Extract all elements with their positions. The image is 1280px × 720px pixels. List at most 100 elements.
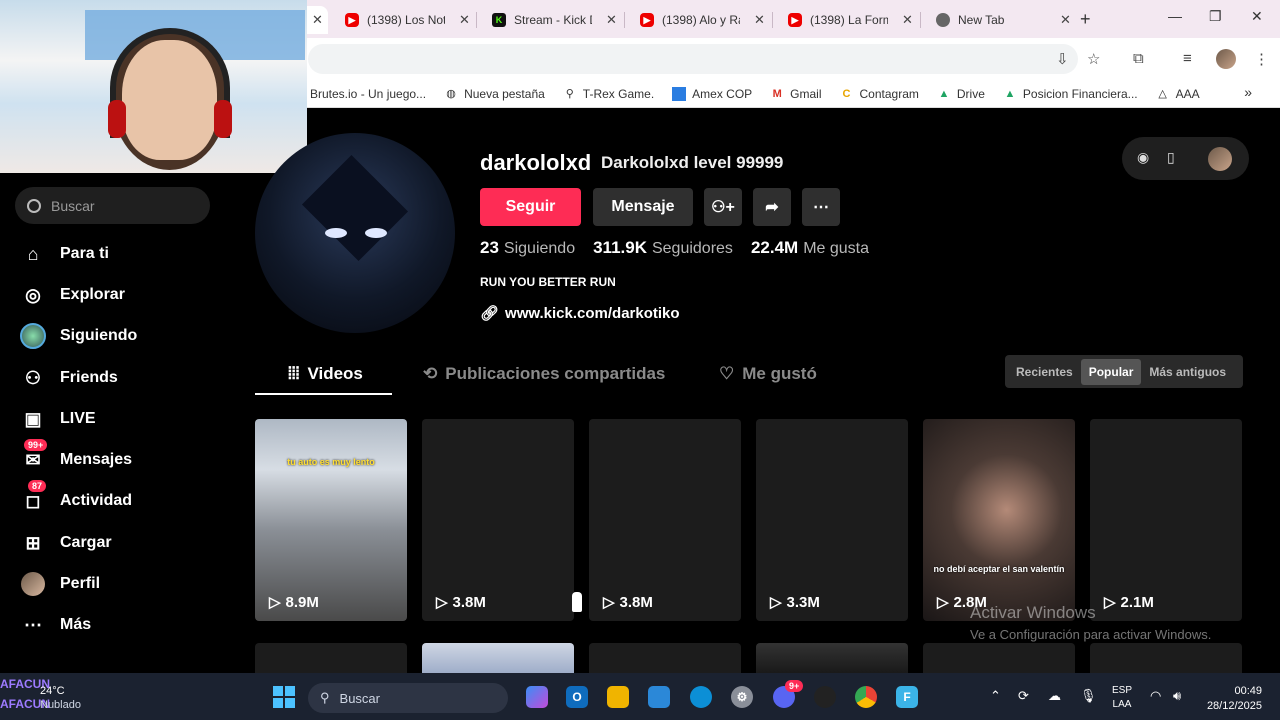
sidebar-item-perfil[interactable]: Perfil xyxy=(20,571,100,597)
close-icon[interactable]: ✕ xyxy=(459,12,470,28)
chevron-up-icon[interactable]: ⌃ xyxy=(990,688,1001,704)
search-input[interactable]: Buscar xyxy=(15,187,210,224)
browser-tab-1[interactable]: ▶ (1398) Los Nota ✕ xyxy=(335,6,480,34)
add-friend-button[interactable]: ⚇+ xyxy=(704,188,742,226)
store-icon[interactable] xyxy=(648,686,670,708)
sync-icon[interactable]: ⟳ xyxy=(1018,688,1029,704)
sidebar-item-mas[interactable]: ⋯ Más xyxy=(20,612,91,638)
bookmark-item[interactable]: ▲ Drive xyxy=(937,87,984,101)
sidebar-item-friends[interactable]: ⚇ Friends xyxy=(20,365,118,391)
taskbar-search[interactable]: ⚲ Buscar xyxy=(308,683,508,713)
microphone-icon[interactable]: 🎙︎ xyxy=(1080,688,1097,704)
video-card[interactable]: no debí aceptar el san valentín ▷ 2.8M xyxy=(923,419,1075,621)
bookmark-item[interactable]: ◍ Nueva pestaña xyxy=(444,87,545,101)
sort-popular[interactable]: Popular xyxy=(1080,358,1142,385)
new-tab-button[interactable]: + xyxy=(1080,9,1091,30)
bookmark-star-icon[interactable]: ☆ xyxy=(1087,50,1100,68)
bookmark-item[interactable]: ⚲ T-Rex Game. xyxy=(563,87,654,101)
sidebar-item-para-ti[interactable]: ⌂ Para ti xyxy=(20,241,109,267)
sidebar-item-live[interactable]: ▣ LIVE xyxy=(20,406,95,432)
outlook-icon[interactable]: O xyxy=(566,686,588,708)
browser-tab-4[interactable]: ▶ (1398) La Forma ✕ xyxy=(778,6,923,34)
view-count: 3.8M xyxy=(452,593,486,611)
sort-recent[interactable]: Recientes xyxy=(1008,359,1081,385)
app-f-icon[interactable]: F xyxy=(896,686,918,708)
profile-bio: RUN YOU BETTER RUN xyxy=(480,275,616,289)
coins-icon[interactable]: ◉ xyxy=(1137,149,1149,166)
clock-time: 00:49 xyxy=(1234,685,1262,697)
notification-badge: 99+ xyxy=(24,439,48,451)
close-icon[interactable]: ✕ xyxy=(902,12,913,28)
windows-start-icon[interactable] xyxy=(273,686,295,708)
bookmark-item[interactable]: C Contagram xyxy=(840,87,919,101)
kebab-menu-icon[interactable]: ⋮ xyxy=(1254,50,1269,68)
chrome-icon[interactable] xyxy=(855,686,877,708)
media-control-icon[interactable]: ≡ xyxy=(1183,50,1192,67)
sidebar-item-cargar[interactable]: ⊞ Cargar xyxy=(20,530,111,556)
chevron-right-icon[interactable]: » xyxy=(1244,84,1252,100)
bookmark-item[interactable]: M Gmail xyxy=(770,87,822,101)
message-button[interactable]: Mensaje xyxy=(593,188,693,226)
settings-icon[interactable]: ⚙ xyxy=(731,686,753,708)
follow-button[interactable]: Seguir xyxy=(480,188,581,226)
browser-tab-3[interactable]: ▶ (1398) Alo y Rai ✕ xyxy=(630,6,775,34)
clock[interactable]: 00:49 28/12/2025 xyxy=(1202,684,1262,714)
user-avatar[interactable] xyxy=(1208,147,1232,171)
edge-icon[interactable] xyxy=(690,686,712,708)
mobile-icon[interactable]: ▯ xyxy=(1167,149,1175,166)
file-explorer-icon[interactable] xyxy=(607,686,629,708)
profile-avatar-icon xyxy=(20,571,46,597)
following-stat[interactable]: 23 Siguiendo xyxy=(480,238,575,258)
extensions-icon[interactable]: ⧉ xyxy=(1133,50,1144,67)
browser-profile-avatar[interactable] xyxy=(1216,49,1236,69)
minimize-icon[interactable]: — xyxy=(1168,8,1182,24)
more-icon: ⋯ xyxy=(813,199,829,216)
wifi-icon[interactable]: ◠ xyxy=(1150,688,1161,704)
headset-earcup xyxy=(214,100,232,138)
profile-link[interactable]: 🔗︎ www.kick.com/darkotiko xyxy=(480,304,680,323)
bookmark-item[interactable]: Brutes.io - Un juego... xyxy=(310,87,426,101)
video-card[interactable]: tu auto es muy lento ▷ 8.9M xyxy=(255,419,407,621)
contagram-icon: C xyxy=(842,87,851,100)
followers-stat[interactable]: 311.9K Seguidores xyxy=(593,238,733,258)
webcam-overlay xyxy=(0,0,307,173)
video-card[interactable]: ▷ 3.8M xyxy=(422,419,574,621)
browser-tab-2[interactable]: K Stream - Kick Da ✕ xyxy=(482,6,627,34)
bookmark-item[interactable]: △ AAA xyxy=(1156,87,1199,101)
tab-videos[interactable]: ⦙⦙⦙ Videos xyxy=(288,364,363,384)
sidebar-item-label: Mensajes xyxy=(60,451,133,468)
restore-icon[interactable]: ❐ xyxy=(1209,8,1222,25)
sidebar-item-mensajes[interactable]: ✉ 99+ Mensajes xyxy=(20,439,133,473)
profile-avatar xyxy=(255,133,455,333)
tab-liked[interactable]: ♡ Me gustó xyxy=(719,364,817,384)
language-indicator[interactable]: ESP LAA xyxy=(1112,684,1132,712)
bookmark-item[interactable]: Amex COP xyxy=(672,86,752,101)
browser-tab-5[interactable]: New Tab ✕ xyxy=(926,6,1081,34)
omnibox[interactable] xyxy=(308,44,1078,74)
sort-oldest[interactable]: Más antiguos xyxy=(1141,359,1234,385)
volume-icon[interactable]: 🔊︎ xyxy=(1173,688,1181,704)
close-icon[interactable]: ✕ xyxy=(312,12,323,28)
share-button[interactable]: ➦ xyxy=(753,188,791,226)
more-options-button[interactable]: ⋯ xyxy=(802,188,840,226)
close-icon[interactable]: ✕ xyxy=(754,12,765,28)
discord-icon[interactable]: 9+ xyxy=(773,680,804,708)
copilot-icon[interactable] xyxy=(526,686,548,708)
sidebar-item-siguiendo[interactable]: Siguiendo xyxy=(20,323,137,349)
install-app-icon[interactable]: ⇩ xyxy=(1056,50,1069,68)
sidebar-item-explorar[interactable]: ◎ Explorar xyxy=(20,282,125,308)
close-icon[interactable]: ✕ xyxy=(1060,12,1071,28)
bookmark-item[interactable]: ▲ Posicion Financiera... xyxy=(1003,87,1137,101)
view-count: 3.3M xyxy=(786,593,820,611)
video-card[interactable]: ▷ 3.8M xyxy=(589,419,741,621)
cloud-icon[interactable]: ☁ xyxy=(1048,688,1061,704)
sidebar-item-actividad[interactable]: ◻ 87 Actividad xyxy=(20,480,132,514)
video-card[interactable]: ▷ 2.1M xyxy=(1090,419,1242,621)
obs-icon[interactable] xyxy=(814,686,836,708)
video-card[interactable]: ▷ 3.3M xyxy=(756,419,908,621)
close-icon[interactable]: ✕ xyxy=(606,12,617,28)
weather-widget[interactable]: 24°C Nublado xyxy=(40,684,81,712)
tab-separator xyxy=(772,12,773,28)
close-window-icon[interactable]: ✕ xyxy=(1251,8,1263,25)
tab-reposts[interactable]: ⟲ Publicaciones compartidas xyxy=(423,364,665,384)
